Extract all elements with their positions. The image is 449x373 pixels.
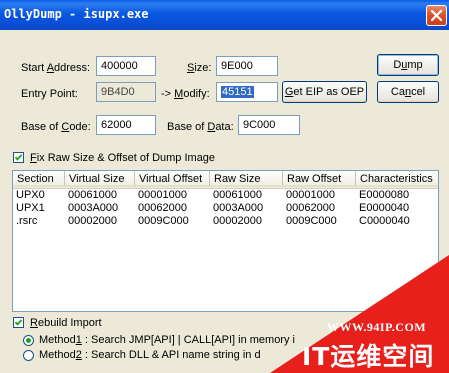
cell-characteristics: E0000080 bbox=[359, 189, 410, 201]
checkmark-icon bbox=[14, 154, 23, 161]
method2-radio[interactable] bbox=[23, 350, 34, 361]
cell-virtual-offset: 00062000 bbox=[138, 202, 187, 214]
close-icon bbox=[431, 10, 442, 21]
cell-characteristics: E0000040 bbox=[359, 202, 410, 214]
entry-point-label: Entry Point: bbox=[21, 88, 78, 100]
method1-radio[interactable] bbox=[23, 335, 34, 346]
modify-field[interactable]: 45151 bbox=[216, 82, 278, 102]
fix-raw-size-label[interactable]: Fix Raw Size & Offset of Dump Image bbox=[30, 152, 215, 164]
size-field[interactable]: 9E000 bbox=[216, 56, 278, 76]
cell-section: UPX0 bbox=[16, 189, 45, 201]
base-of-data-label: Base of Data: bbox=[167, 121, 234, 133]
column-header-virtual-offset[interactable]: Virtual Offset bbox=[135, 171, 210, 187]
watermark-brand: IT运维空间 bbox=[302, 342, 435, 371]
table-header: Section Virtual Size Virtual Offset Raw … bbox=[13, 171, 438, 189]
cell-raw-offset: 00062000 bbox=[286, 202, 335, 214]
ollydump-dialog: OllyDump - isupx.exe Start Address: 4000… bbox=[0, 0, 449, 373]
method2-label[interactable]: Method2 : Search DLL & API name string i… bbox=[39, 349, 261, 361]
checkmark-icon bbox=[14, 319, 23, 326]
sections-table[interactable]: Section Virtual Size Virtual Offset Raw … bbox=[12, 170, 439, 312]
start-address-label: Start Address: bbox=[21, 62, 91, 74]
base-of-code-field[interactable]: 62000 bbox=[96, 115, 156, 135]
window-title: OllyDump - isupx.exe bbox=[4, 7, 149, 21]
cell-raw-size: 00002000 bbox=[213, 215, 262, 227]
cell-virtual-size: 00061000 bbox=[68, 189, 117, 201]
start-address-field[interactable]: 400000 bbox=[96, 56, 156, 76]
base-of-data-field[interactable]: 9C000 bbox=[238, 115, 300, 135]
cell-section: .rsrc bbox=[16, 215, 38, 227]
cell-characteristics: C0000040 bbox=[359, 215, 410, 227]
method1-label[interactable]: Method1 : Search JMP[API] | CALL[API] in… bbox=[39, 334, 295, 346]
get-eip-as-oep-button[interactable]: Get EIP as OEP bbox=[282, 81, 367, 103]
modify-label: -> Modify: bbox=[161, 88, 210, 100]
table-row[interactable]: UPX0 00061000 00001000 00061000 00001000… bbox=[13, 189, 438, 202]
cell-raw-offset: 00001000 bbox=[286, 189, 335, 201]
cell-virtual-size: 0003A000 bbox=[68, 202, 119, 214]
cell-raw-offset: 0009C000 bbox=[286, 215, 337, 227]
column-header-raw-offset[interactable]: Raw Offset bbox=[283, 171, 356, 187]
rebuild-import-label[interactable]: Rebuild Import bbox=[30, 317, 102, 329]
column-header-section[interactable]: Section bbox=[13, 171, 65, 187]
base-of-code-label: Base of Code: bbox=[21, 121, 91, 133]
watermark-url: WWW.94IP.COM bbox=[327, 320, 427, 334]
modify-selected-text: 45151 bbox=[221, 86, 254, 98]
cell-section: UPX1 bbox=[16, 202, 45, 214]
rebuild-import-checkbox[interactable] bbox=[13, 317, 24, 328]
table-row[interactable]: .rsrc 00002000 0009C000 00002000 0009C00… bbox=[13, 215, 438, 228]
column-header-virtual-size[interactable]: Virtual Size bbox=[65, 171, 135, 187]
cell-virtual-offset: 0009C000 bbox=[138, 215, 189, 227]
size-label: Size: bbox=[187, 62, 212, 74]
cell-virtual-size: 00002000 bbox=[68, 215, 117, 227]
column-header-characteristics[interactable]: Characteristics bbox=[356, 171, 438, 187]
dump-button[interactable]: Dump bbox=[377, 54, 439, 76]
cell-raw-size: 00061000 bbox=[213, 189, 262, 201]
cell-raw-size: 0003A000 bbox=[213, 202, 264, 214]
close-button[interactable] bbox=[426, 5, 447, 26]
fix-raw-size-checkbox[interactable] bbox=[13, 152, 24, 163]
entry-point-field: 9B4D0 bbox=[96, 82, 156, 102]
cancel-button[interactable]: Cancel bbox=[377, 81, 439, 103]
table-row[interactable]: UPX1 0003A000 00062000 0003A000 00062000… bbox=[13, 202, 438, 215]
title-bar[interactable]: OllyDump - isupx.exe bbox=[0, 0, 449, 30]
cell-virtual-offset: 00001000 bbox=[138, 189, 187, 201]
column-header-raw-size[interactable]: Raw Size bbox=[210, 171, 283, 187]
